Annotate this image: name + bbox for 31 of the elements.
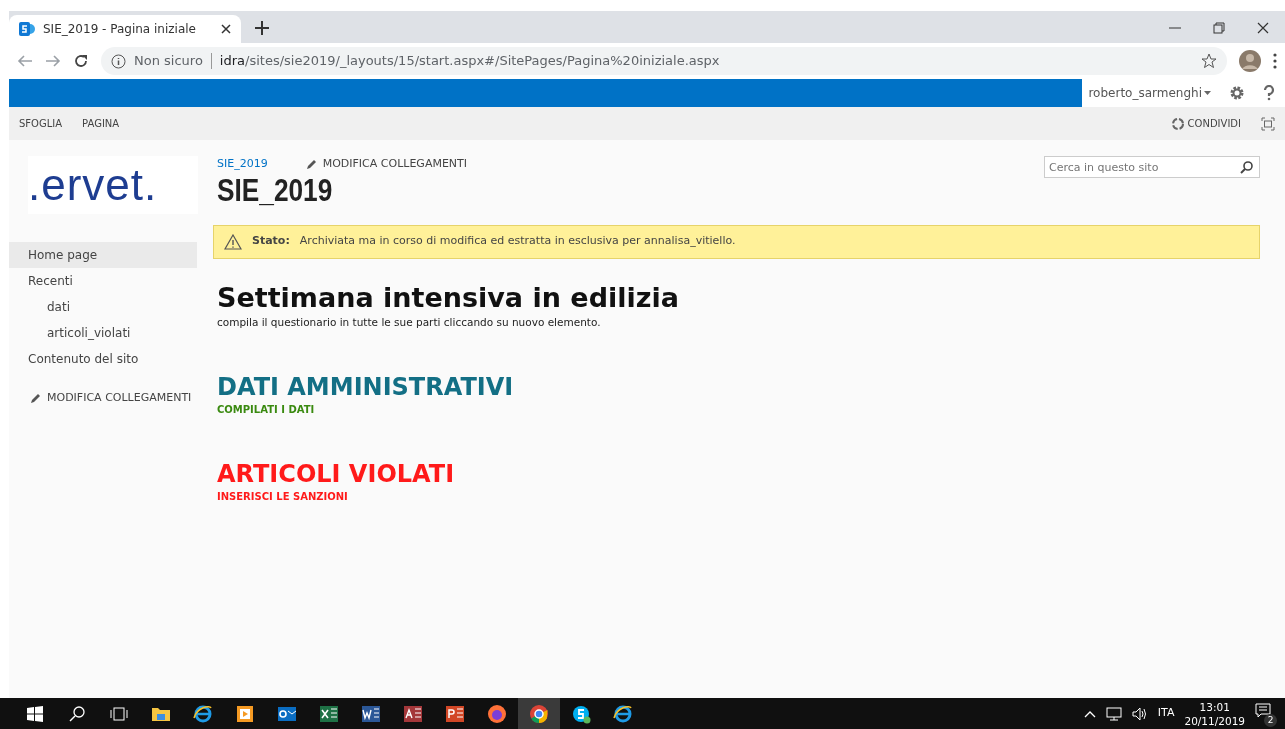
nav-link[interactable]: Recenti <box>9 268 197 294</box>
language-indicator[interactable]: ITA <box>1157 705 1175 722</box>
section-subtitle[interactable]: INSERISCI LE SANZIONI <box>217 489 1285 505</box>
address-bar[interactable]: Non sicuro idra/sites/sie2019/_layouts/15/start.aspx#/SitePages/Pagina%20iniziale.aspx <box>101 47 1227 75</box>
site-title: SIE_2019 <box>217 172 333 207</box>
nav-link[interactable]: dati <box>9 294 197 320</box>
section-title[interactable]: ARTICOLI VIOLATI <box>217 459 455 490</box>
user-menu[interactable]: roberto_sarmenghi <box>1088 84 1202 102</box>
search-field[interactable]: Cerca in questo sito <box>1044 156 1260 178</box>
site-logo[interactable]: .ervet. <box>28 156 198 214</box>
breadcrumb-link[interactable]: SIE_2019 <box>217 156 268 173</box>
browser-tab[interactable]: SIE_2019 - Pagina iniziale <box>9 15 241 43</box>
nav-link[interactable]: Home page <box>9 242 197 268</box>
status-label: Stato: <box>252 233 290 250</box>
notification-count: 2 <box>1264 713 1277 727</box>
tab-title: SIE_2019 - Pagina iniziale <box>43 21 197 38</box>
edit-links-link[interactable]: MODIFICA COLLEGAMENTI <box>47 390 192 407</box>
ribbon-tab[interactable]: SFOGLIA <box>19 116 63 131</box>
section-title[interactable]: DATI AMMINISTRATIVI <box>217 372 514 403</box>
section-subtitle[interactable]: COMPILATI I DATI <box>217 402 1285 418</box>
intro-text: compila il questionario in tutte le sue parti cliccando su nuovo elemento. <box>217 314 602 330</box>
share-link[interactable]: CONDIVIDI <box>1187 116 1241 131</box>
nav-link[interactable]: Contenuto del sito <box>9 346 197 372</box>
url-text: idra/sites/sie2019/_layouts/15/start.aspx#/SitePages/Pagina%20iniziale.aspx <box>219 52 721 71</box>
edit-links-link[interactable]: MODIFICA COLLEGAMENTI <box>322 156 468 173</box>
security-label: Non sicuro <box>134 52 203 71</box>
nav-link[interactable]: articoli_violati <box>9 320 197 346</box>
ribbon-tab[interactable]: PAGINA <box>82 116 120 131</box>
page-heading: Settimana intensiva in edilizia <box>217 280 680 315</box>
clock[interactable]: 13:01 20/11/2019 <box>1184 699 1245 728</box>
status-message: Archiviata ma in corso di modifica ed estratta in esclusiva per annalisa_vitiello. <box>299 233 736 250</box>
